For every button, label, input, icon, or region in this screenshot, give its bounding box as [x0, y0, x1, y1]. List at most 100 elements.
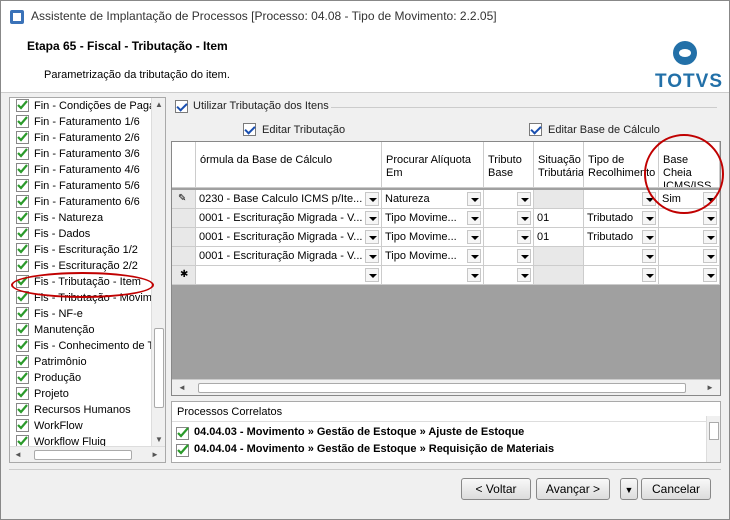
dropdown-arrow-icon[interactable] [467, 192, 481, 206]
column-header[interactable]: Procurar Alíquota Em [382, 142, 484, 188]
column-header[interactable]: Tributo Base [484, 142, 534, 188]
grid-cell[interactable]: 0001 - Escrituração Migrada - V... [196, 228, 382, 247]
grid-cell[interactable]: Tipo Movime... [382, 247, 484, 266]
grid-cell[interactable] [534, 266, 584, 285]
dropdown-arrow-icon[interactable] [467, 268, 481, 282]
row-selector[interactable]: ✱ [172, 266, 196, 285]
dropdown-arrow-icon[interactable] [703, 268, 717, 282]
grid-cell[interactable]: Tipo Movime... [382, 228, 484, 247]
scroll-left-icon[interactable]: ◄ [178, 383, 186, 392]
column-header[interactable]: Situação Tributária [534, 142, 584, 188]
step-item[interactable]: Produção [10, 370, 152, 386]
scroll-down-icon[interactable]: ▼ [155, 435, 163, 444]
step-item[interactable]: Workflow Fluig [10, 434, 152, 446]
step-item[interactable]: Recursos Humanos [10, 402, 152, 418]
scroll-left-icon[interactable]: ◄ [14, 450, 22, 459]
scroll-right-icon[interactable]: ► [706, 383, 714, 392]
dropdown-arrow-icon[interactable] [642, 249, 656, 263]
step-item[interactable]: Fin - Faturamento 3/6 [10, 146, 152, 162]
row-selector[interactable] [172, 209, 196, 228]
step-item[interactable]: Fis - NF-e [10, 306, 152, 322]
dropdown-arrow-icon[interactable] [467, 211, 481, 225]
dropdown-arrow-icon[interactable] [517, 211, 531, 225]
grid-cell[interactable]: 01 [534, 228, 584, 247]
scroll-right-icon[interactable]: ► [151, 450, 159, 459]
grid-cell[interactable] [584, 266, 659, 285]
grid-cell[interactable]: Natureza [382, 190, 484, 209]
dropdown-arrow-icon[interactable] [703, 249, 717, 263]
grid-cell[interactable] [659, 247, 720, 266]
scroll-up-icon[interactable]: ▲ [155, 100, 163, 109]
grid-cell[interactable]: 01 [534, 209, 584, 228]
step-item[interactable]: Fin - Faturamento 5/6 [10, 178, 152, 194]
options-dropdown-button[interactable]: ▼ [620, 478, 638, 500]
scroll-thumb[interactable] [709, 422, 719, 440]
step-item[interactable]: Fin - Condições de Paga [10, 98, 152, 114]
step-item[interactable]: Manutenção [10, 322, 152, 338]
taxation-grid[interactable]: ◄ ► órmula da Base de Cálculo Procurar Al… [171, 141, 721, 396]
step-item[interactable]: Fin - Faturamento 1/6 [10, 114, 152, 130]
edit-base-checkbox[interactable] [529, 123, 542, 136]
edit-taxation-checkbox[interactable] [243, 123, 256, 136]
step-item[interactable]: WorkFlow [10, 418, 152, 434]
next-button[interactable]: Avançar > [536, 478, 610, 500]
back-button[interactable]: < Voltar [461, 478, 531, 500]
dropdown-arrow-icon[interactable] [365, 249, 379, 263]
tree-vertical-scrollbar[interactable]: ▲ ▼ [151, 98, 165, 446]
grid-cell[interactable]: Tributado [584, 209, 659, 228]
grid-cell[interactable] [484, 190, 534, 209]
step-item[interactable]: Fis - Natureza [10, 210, 152, 226]
grid-cell[interactable]: Tributado [584, 228, 659, 247]
step-item[interactable]: Fis - Escrituração 1/2 [10, 242, 152, 258]
scroll-thumb[interactable] [34, 450, 132, 460]
step-item[interactable]: Projeto [10, 386, 152, 402]
step-item[interactable]: Fis - Conhecimento de T [10, 338, 152, 354]
grid-cell[interactable] [484, 266, 534, 285]
step-item[interactable]: Fin - Faturamento 4/6 [10, 162, 152, 178]
column-header[interactable]: órmula da Base de Cálculo [196, 142, 382, 188]
grid-cell[interactable]: 0001 - Escrituração Migrada - V... [196, 247, 382, 266]
grid-cell[interactable]: 0001 - Escrituração Migrada - V... [196, 209, 382, 228]
tree-horizontal-scrollbar[interactable]: ◄ ► [10, 446, 165, 462]
dropdown-arrow-icon[interactable] [642, 230, 656, 244]
scroll-thumb[interactable] [154, 328, 164, 408]
processes-scrollbar[interactable] [706, 416, 720, 462]
dropdown-arrow-icon[interactable] [517, 268, 531, 282]
grid-cell[interactable] [484, 209, 534, 228]
step-item[interactable]: Fis - Dados [10, 226, 152, 242]
dropdown-arrow-icon[interactable] [642, 268, 656, 282]
grid-cell[interactable] [534, 190, 584, 209]
grid-cell[interactable]: 0230 - Base Calculo ICMS p/Ite... [196, 190, 382, 209]
grid-cell[interactable] [484, 247, 534, 266]
grid-cell[interactable] [659, 266, 720, 285]
grid-cell[interactable] [196, 266, 382, 285]
cancel-button[interactable]: Cancelar [641, 478, 711, 500]
use-item-taxation-checkbox[interactable] [175, 100, 188, 113]
row-selector[interactable] [172, 228, 196, 247]
grid-cell[interactable] [484, 228, 534, 247]
grid-cell[interactable] [382, 266, 484, 285]
grid-cell[interactable] [534, 247, 584, 266]
dropdown-arrow-icon[interactable] [365, 211, 379, 225]
dropdown-arrow-icon[interactable] [517, 249, 531, 263]
dropdown-arrow-icon[interactable] [517, 192, 531, 206]
dropdown-arrow-icon[interactable] [642, 211, 656, 225]
dropdown-arrow-icon[interactable] [365, 192, 379, 206]
step-item[interactable]: Fin - Faturamento 6/6 [10, 194, 152, 210]
dropdown-arrow-icon[interactable] [467, 230, 481, 244]
scroll-thumb[interactable] [198, 383, 686, 393]
row-selector[interactable]: ✎ [172, 190, 196, 209]
grid-cell[interactable] [584, 247, 659, 266]
dropdown-arrow-icon[interactable] [365, 230, 379, 244]
row-selector[interactable] [172, 247, 196, 266]
dropdown-arrow-icon[interactable] [365, 268, 379, 282]
step-item[interactable]: Patrimônio [10, 354, 152, 370]
dropdown-arrow-icon[interactable] [467, 249, 481, 263]
grid-horizontal-scrollbar[interactable]: ◄ ► [172, 379, 720, 395]
dropdown-arrow-icon[interactable] [703, 230, 717, 244]
dropdown-arrow-icon[interactable] [517, 230, 531, 244]
dropdown-arrow-icon[interactable] [703, 211, 717, 225]
step-item[interactable]: Fin - Faturamento 2/6 [10, 130, 152, 146]
grid-cell[interactable]: Tipo Movime... [382, 209, 484, 228]
grid-cell[interactable] [659, 228, 720, 247]
